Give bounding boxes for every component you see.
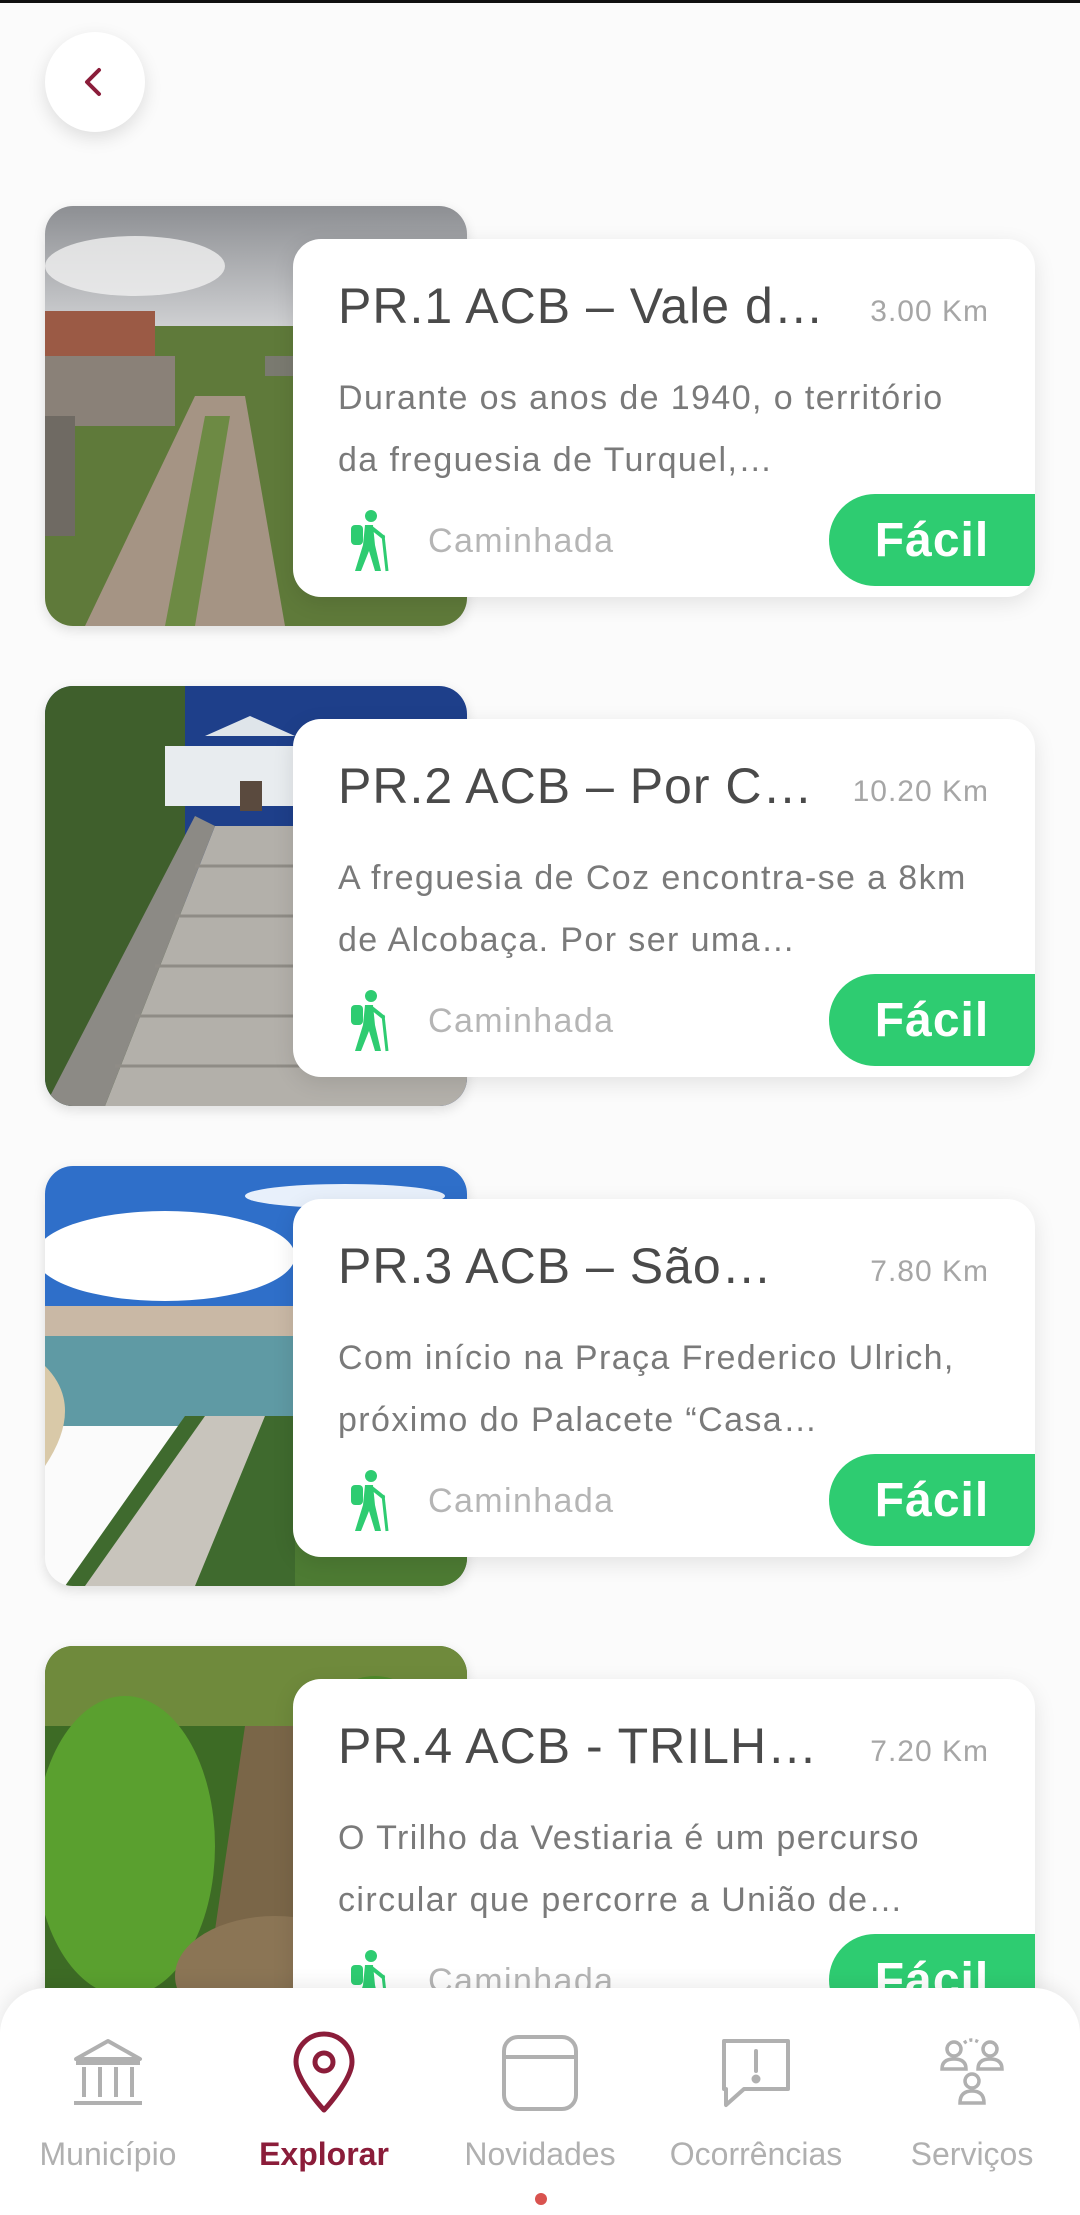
top-edge bbox=[0, 0, 1080, 3]
hiker-icon bbox=[351, 510, 389, 572]
trail-description: Durante os anos de 1940, o território da… bbox=[338, 379, 944, 479]
trail-list-item[interactable]: PR.3 ACB – São… 7.80 Km Com início na Pr… bbox=[0, 1166, 1080, 1586]
trail-title: PR.2 ACB – Por Co… bbox=[338, 758, 838, 814]
nav-label: Novidades bbox=[464, 2136, 616, 2172]
trail-description: A freguesia de Coz encontra-se a 8km de … bbox=[338, 859, 967, 959]
trail-card[interactable]: PR.1 ACB – Vale de… 3.00 Km Durante os a… bbox=[293, 239, 1035, 597]
nav-label: Ocorrências bbox=[669, 2136, 843, 2172]
people-icon bbox=[927, 2028, 1017, 2118]
trail-distance: 10.20 Km bbox=[852, 775, 989, 808]
trail-activity: Caminhada bbox=[428, 1482, 615, 1520]
location-pin-icon bbox=[279, 2028, 369, 2118]
trail-title: PR.4 ACB - TRILHO… bbox=[338, 1718, 838, 1774]
difficulty-badge: Fácil bbox=[829, 494, 1035, 586]
trail-title: PR.1 ACB – Vale de… bbox=[338, 278, 838, 334]
trail-card[interactable]: PR.2 ACB – Por Co… 10.20 Km A freguesia … bbox=[293, 719, 1035, 1077]
nav-item-explorar[interactable]: Explorar bbox=[216, 1988, 432, 2215]
nav-item-municipio[interactable]: Município bbox=[0, 1988, 216, 2215]
hiker-icon bbox=[351, 1470, 389, 1532]
nav-item-servicos[interactable]: Serviços bbox=[864, 1988, 1080, 2215]
back-button[interactable] bbox=[45, 32, 145, 132]
window-icon bbox=[495, 2028, 585, 2118]
trail-description: Com início na Praça Frederico Ulrich, pr… bbox=[338, 1339, 955, 1439]
trail-title: PR.3 ACB – São… bbox=[338, 1238, 773, 1294]
nav-label: Serviços bbox=[910, 2136, 1034, 2172]
building-icon bbox=[63, 2028, 153, 2118]
difficulty-badge: Fácil bbox=[829, 1454, 1035, 1546]
hiker-icon bbox=[351, 990, 389, 1052]
trail-distance: 7.20 Km bbox=[870, 1735, 989, 1768]
trail-list-item[interactable]: PR.1 ACB – Vale de… 3.00 Km Durante os a… bbox=[0, 206, 1080, 626]
nav-label: Município bbox=[39, 2136, 177, 2172]
trail-card[interactable]: PR.3 ACB – São… 7.80 Km Com início na Pr… bbox=[293, 1199, 1035, 1557]
chevron-left-icon bbox=[85, 68, 101, 96]
trail-card[interactable]: PR.4 ACB - TRILHO… 7.20 Km O Trilho da V… bbox=[293, 1679, 1035, 2037]
trail-activity: Caminhada bbox=[428, 522, 615, 560]
explore-trails-screen: PR.1 ACB – Vale de… 3.00 Km Durante os a… bbox=[0, 0, 1080, 2215]
trail-distance: 7.80 Km bbox=[870, 1255, 989, 1288]
bottom-navigation: Município Explorar Novidades Ocorrências… bbox=[0, 1988, 1080, 2215]
nav-label: Explorar bbox=[259, 2136, 389, 2172]
difficulty-badge: Fácil bbox=[829, 974, 1035, 1066]
trail-distance: 3.00 Km bbox=[870, 295, 989, 328]
alert-chat-icon bbox=[711, 2028, 801, 2118]
page-indicator-dot bbox=[535, 2193, 547, 2205]
nav-item-novidades[interactable]: Novidades bbox=[432, 1988, 648, 2215]
trail-list-item[interactable]: PR.2 ACB – Por Co… 10.20 Km A freguesia … bbox=[0, 686, 1080, 1106]
trail-description: O Trilho da Vestiaria é um percurso circ… bbox=[338, 1819, 920, 1919]
nav-item-ocorrencias[interactable]: Ocorrências bbox=[648, 1988, 864, 2215]
trail-activity: Caminhada bbox=[428, 1002, 615, 1040]
